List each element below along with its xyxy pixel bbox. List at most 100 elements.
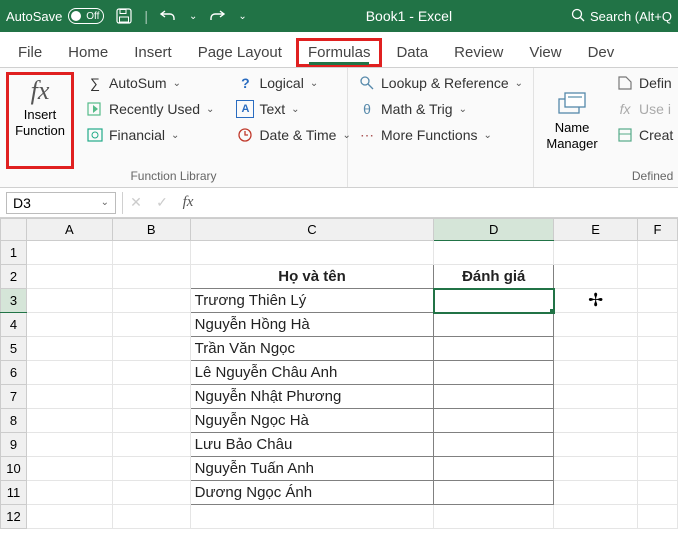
cell[interactable] bbox=[434, 337, 554, 361]
tab-insert[interactable]: Insert bbox=[122, 38, 184, 67]
name-manager-icon bbox=[557, 90, 587, 119]
cell-c2-header[interactable]: Họ và tên bbox=[190, 265, 434, 289]
select-all-corner[interactable] bbox=[1, 219, 27, 241]
row-header[interactable]: 8 bbox=[1, 409, 27, 433]
search-icon bbox=[571, 8, 585, 25]
cell[interactable] bbox=[434, 433, 554, 457]
lookup-icon bbox=[358, 74, 376, 92]
row-header[interactable]: 9 bbox=[1, 433, 27, 457]
col-header-d[interactable]: D bbox=[434, 219, 554, 241]
create-from-selection-button[interactable]: Creat bbox=[612, 124, 677, 146]
row-header[interactable]: 6 bbox=[1, 361, 27, 385]
tag-icon bbox=[616, 74, 634, 92]
cell[interactable] bbox=[434, 313, 554, 337]
tab-home[interactable]: Home bbox=[56, 38, 120, 67]
cell[interactable] bbox=[434, 361, 554, 385]
formula-bar: D3 ⌄ ✕ ✓ fx bbox=[0, 188, 678, 218]
more-functions-button[interactable]: ⋯ More Functions⌄ bbox=[354, 124, 527, 146]
lookup-reference-button[interactable]: Lookup & Reference⌄ bbox=[354, 72, 527, 94]
col-header-a[interactable]: A bbox=[26, 219, 112, 241]
col-header-e[interactable]: E bbox=[554, 219, 638, 241]
ribbon-tabs: File Home Insert Page Layout Formulas Da… bbox=[0, 32, 678, 68]
cell[interactable]: Trương Thiên Lý bbox=[190, 289, 434, 313]
title-bar: AutoSave Off | ⌄ ⌄ Book1 - Excel Search … bbox=[0, 0, 678, 32]
qat-customize-icon[interactable]: ⌄ bbox=[238, 11, 246, 22]
cell[interactable]: Lưu Bảo Châu bbox=[190, 433, 434, 457]
insert-function-label-1: Insert bbox=[24, 108, 57, 122]
col-header-f[interactable]: F bbox=[638, 219, 678, 241]
cell[interactable]: Dương Ngọc Ánh bbox=[190, 481, 434, 505]
cursor-icon: ✢ bbox=[588, 290, 603, 311]
logical-icon: ? bbox=[236, 74, 254, 92]
undo-icon[interactable] bbox=[156, 4, 180, 28]
autosave-label: AutoSave bbox=[6, 9, 62, 24]
col-header-c[interactable]: C bbox=[190, 219, 434, 241]
column-headers: A B C D E F bbox=[1, 219, 678, 241]
tab-file[interactable]: File bbox=[6, 38, 54, 67]
row-header[interactable]: 1 bbox=[1, 241, 27, 265]
name-box-dropdown-icon[interactable]: ⌄ bbox=[101, 197, 109, 208]
logical-button[interactable]: ? Logical⌄ bbox=[232, 72, 354, 94]
group-label-defined-names: Defined bbox=[540, 169, 677, 185]
row-header[interactable]: 5 bbox=[1, 337, 27, 361]
insert-function-label-2: Function bbox=[15, 124, 65, 138]
ribbon: fx Insert Function ∑ AutoSum⌄ Recently U… bbox=[0, 68, 678, 188]
enter-formula-button: ✓ bbox=[149, 194, 175, 211]
search-placeholder: Search (Alt+Q bbox=[590, 9, 672, 24]
sigma-icon: ∑ bbox=[86, 74, 104, 92]
recently-used-button[interactable]: Recently Used⌄ bbox=[82, 98, 218, 120]
formula-input[interactable] bbox=[201, 192, 678, 214]
name-manager-button[interactable]: Name Manager bbox=[540, 72, 604, 169]
tab-review[interactable]: Review bbox=[442, 38, 515, 67]
cell[interactable] bbox=[434, 457, 554, 481]
fx-formula-icon[interactable]: fx bbox=[175, 194, 201, 211]
financial-button[interactable]: Financial⌄ bbox=[82, 124, 218, 146]
autosave-toggle[interactable]: AutoSave Off bbox=[6, 8, 104, 24]
cell-d3-selected[interactable] bbox=[434, 289, 554, 313]
cell[interactable] bbox=[434, 481, 554, 505]
tab-data[interactable]: Data bbox=[384, 38, 440, 67]
math-trig-button[interactable]: θ Math & Trig⌄ bbox=[354, 98, 527, 120]
datetime-button[interactable]: Date & Time⌄ bbox=[232, 124, 354, 146]
group-label-function-library: Function Library bbox=[6, 169, 341, 185]
row-header[interactable]: 2 bbox=[1, 265, 27, 289]
save-icon[interactable] bbox=[112, 4, 136, 28]
search-box[interactable]: Search (Alt+Q bbox=[571, 8, 672, 25]
autosum-button[interactable]: ∑ AutoSum⌄ bbox=[82, 72, 218, 94]
row-header[interactable]: 12 bbox=[1, 505, 27, 529]
row-header[interactable]: 11 bbox=[1, 481, 27, 505]
text-button[interactable]: A Text⌄ bbox=[232, 98, 354, 120]
cancel-formula-button: ✕ bbox=[123, 194, 149, 211]
cell[interactable]: Lê Nguyễn Châu Anh bbox=[190, 361, 434, 385]
create-icon bbox=[616, 126, 634, 144]
cell[interactable]: Nguyễn Nhật Phương bbox=[190, 385, 434, 409]
cell[interactable]: Nguyễn Ngọc Hà bbox=[190, 409, 434, 433]
name-box[interactable]: D3 ⌄ bbox=[6, 192, 116, 214]
define-name-button[interactable]: Defin bbox=[612, 72, 677, 94]
fx-icon: fx bbox=[31, 77, 50, 106]
redo-icon[interactable] bbox=[205, 4, 229, 28]
insert-function-button[interactable]: fx Insert Function bbox=[11, 77, 69, 138]
undo-dropdown-icon[interactable]: ⌄ bbox=[189, 11, 197, 22]
theta-icon: θ bbox=[358, 100, 376, 118]
cell[interactable]: Trần Văn Ngọc bbox=[190, 337, 434, 361]
cell[interactable] bbox=[434, 385, 554, 409]
row-header[interactable]: 7 bbox=[1, 385, 27, 409]
col-header-b[interactable]: B bbox=[112, 219, 190, 241]
row-header[interactable]: 4 bbox=[1, 313, 27, 337]
spreadsheet-grid[interactable]: A B C D E F 1 2 Họ và tên Đánh giá 3 Trư… bbox=[0, 218, 678, 529]
fx-small-icon: fx bbox=[616, 100, 634, 118]
cell[interactable]: Nguyễn Hồng Hà bbox=[190, 313, 434, 337]
window-title: Book1 - Excel bbox=[255, 8, 563, 24]
cell[interactable] bbox=[434, 409, 554, 433]
tab-page-layout[interactable]: Page Layout bbox=[186, 38, 294, 67]
cell-d2-header[interactable]: Đánh giá bbox=[434, 265, 554, 289]
tab-view[interactable]: View bbox=[517, 38, 573, 67]
autosave-switch-icon[interactable]: Off bbox=[68, 8, 104, 24]
tab-formulas[interactable]: Formulas bbox=[296, 38, 383, 67]
use-in-formula-button[interactable]: fx Use i bbox=[612, 98, 677, 120]
cell[interactable]: Nguyễn Tuấn Anh bbox=[190, 457, 434, 481]
row-header[interactable]: 3 bbox=[1, 289, 27, 313]
row-header[interactable]: 10 bbox=[1, 457, 27, 481]
tab-developer[interactable]: Dev bbox=[576, 38, 627, 67]
